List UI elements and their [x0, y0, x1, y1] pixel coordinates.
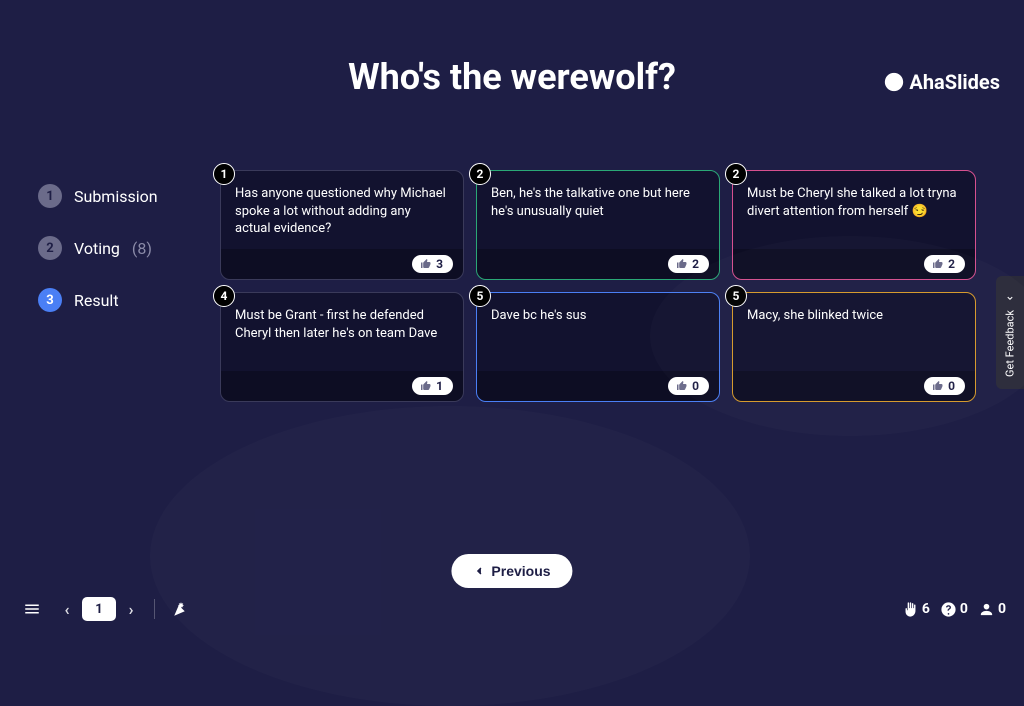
menu-button[interactable] — [18, 595, 46, 623]
card-footer: 0 — [477, 371, 719, 401]
submission-text: Macy, she blinked twice — [733, 293, 975, 371]
slide-pager: ‹ 1 › — [56, 597, 142, 621]
step-number: 3 — [38, 288, 62, 312]
card-footer: 1 — [221, 371, 463, 401]
vote-pill[interactable]: 1 — [412, 377, 453, 395]
vote-count: 1 — [436, 379, 443, 393]
brand-logo: AhaSlides — [883, 70, 1000, 94]
thumbs-up-icon — [676, 380, 688, 392]
vote-pill[interactable]: 3 — [412, 255, 453, 273]
questions-count: 0 — [960, 601, 968, 617]
step-count: (8) — [132, 239, 152, 258]
page-number[interactable]: 1 — [82, 597, 116, 621]
feedback-tab[interactable]: Get Feedback — [996, 276, 1024, 389]
vote-count: 2 — [692, 257, 699, 271]
results-grid: 1 Has anyone questioned why Michael spoke… — [220, 170, 976, 402]
vote-pill[interactable]: 0 — [924, 377, 965, 395]
step-result[interactable]: 3 Result — [38, 288, 158, 312]
divider — [154, 599, 155, 619]
confetti-icon — [172, 600, 190, 618]
person-icon — [978, 601, 995, 618]
card-footer: 2 — [733, 249, 975, 279]
vote-count: 0 — [948, 379, 955, 393]
chevron-left-icon — [473, 565, 485, 577]
bottom-bar: ‹ 1 › 6 0 0 — [0, 587, 1024, 631]
result-card[interactable]: 5Dave bc he's sus0 — [476, 292, 720, 402]
rank-badge: 1 — [213, 163, 235, 185]
step-label: Voting — [74, 239, 120, 258]
submission-text: Has anyone questioned why Michael spoke … — [221, 171, 463, 249]
menu-icon — [23, 600, 41, 618]
submission-text: Ben, he's the talkative one but here he'… — [477, 171, 719, 249]
result-card[interactable]: 2 Must be Cheryl she talked a lot tryna d… — [732, 170, 976, 280]
vote-pill[interactable]: 2 — [668, 255, 709, 273]
card-footer: 3 — [221, 249, 463, 279]
rank-badge: 5 — [725, 285, 747, 307]
previous-label: Previous — [491, 563, 550, 579]
question-icon — [940, 601, 957, 618]
brand-text: AhaSlides — [909, 70, 1000, 94]
vote-count: 3 — [436, 257, 443, 271]
step-submission[interactable]: 1 Submission — [38, 184, 158, 208]
rank-badge: 2 — [469, 163, 491, 185]
step-label: Result — [74, 291, 119, 310]
people-count: 0 — [998, 601, 1006, 617]
hand-icon — [902, 601, 919, 618]
thumbs-up-icon — [420, 258, 432, 270]
rank-badge: 5 — [469, 285, 491, 307]
result-card[interactable]: 4Must be Grant - first he defended Chery… — [220, 292, 464, 402]
result-card[interactable]: 2 Ben, he's the talkative one but here he… — [476, 170, 720, 280]
vote-pill[interactable]: 0 — [668, 377, 709, 395]
submission-text: Must be Cheryl she talked a lot tryna di… — [733, 171, 975, 249]
vote-count: 0 — [692, 379, 699, 393]
vote-pill[interactable]: 2 — [924, 255, 965, 273]
thumbs-up-icon — [420, 380, 432, 392]
steps-sidebar: 1 Submission 2 Voting (8) 3 Result — [38, 184, 158, 312]
card-footer: 0 — [733, 371, 975, 401]
result-card[interactable]: 5Macy, she blinked twice0 — [732, 292, 976, 402]
thumbs-up-icon — [932, 258, 944, 270]
submission-text: Must be Grant - first he defended Cheryl… — [221, 293, 463, 371]
step-number: 1 — [38, 184, 62, 208]
prev-slide-button[interactable]: ‹ — [56, 600, 78, 619]
submission-text: Dave bc he's sus — [477, 293, 719, 371]
logo-icon — [883, 71, 905, 93]
thumbs-up-icon — [932, 380, 944, 392]
thumbs-up-icon — [676, 258, 688, 270]
people-stat[interactable]: 0 — [978, 601, 1006, 618]
step-number: 2 — [38, 236, 62, 260]
rank-badge: 2 — [725, 163, 747, 185]
raised-hands-stat[interactable]: 6 — [902, 601, 930, 618]
result-card[interactable]: 1Has anyone questioned why Michael spoke… — [220, 170, 464, 280]
vote-count: 2 — [948, 257, 955, 271]
next-slide-button[interactable]: › — [120, 600, 142, 619]
confetti-button[interactable] — [167, 595, 195, 623]
step-label: Submission — [74, 187, 158, 206]
rank-badge: 4 — [213, 285, 235, 307]
feedback-label: Get Feedback — [1004, 310, 1017, 377]
questions-stat[interactable]: 0 — [940, 601, 968, 618]
card-footer: 2 — [477, 249, 719, 279]
step-voting[interactable]: 2 Voting (8) — [38, 236, 158, 260]
previous-button[interactable]: Previous — [451, 554, 572, 588]
hands-count: 6 — [922, 601, 930, 617]
page-title: Who's the werewolf? — [0, 56, 1024, 98]
